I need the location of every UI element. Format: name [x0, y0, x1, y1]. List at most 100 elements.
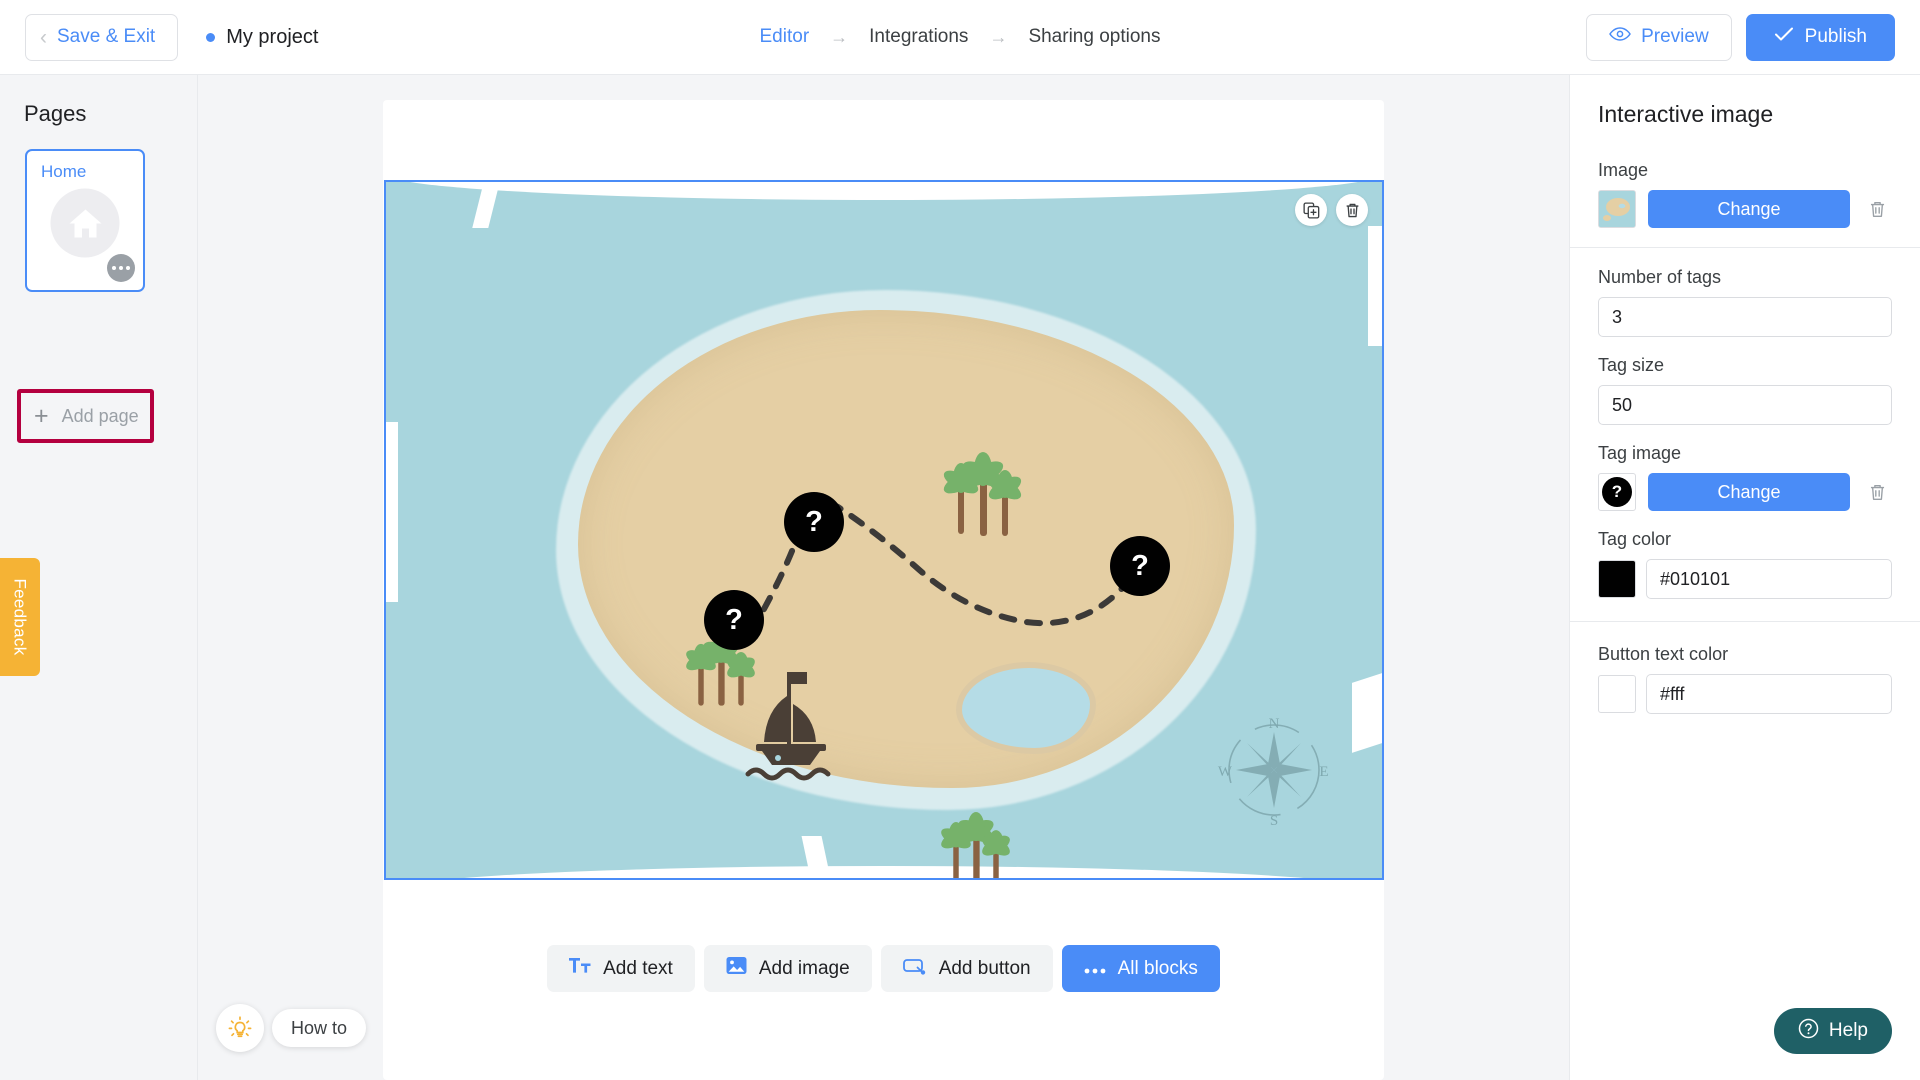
ellipsis-dot: [112, 266, 116, 270]
header-actions: Preview Publish: [1586, 13, 1895, 61]
project-name-label: My project: [226, 25, 319, 48]
tag-size-label: Tag size: [1598, 355, 1665, 375]
ellipsis-dot: [119, 266, 123, 270]
button-text-color-field: Button text color: [1570, 644, 1920, 714]
page-card-label: Home: [41, 162, 87, 181]
image-thumbnail[interactable]: [1598, 190, 1636, 228]
add-button-button[interactable]: Add button: [880, 945, 1053, 992]
preview-label: Preview: [1641, 26, 1709, 47]
breadcrumb-item-sharing-options[interactable]: Sharing options: [1028, 26, 1160, 48]
publish-label: Publish: [1804, 26, 1867, 47]
check-icon: [1774, 26, 1794, 48]
image-tag-1[interactable]: ?: [784, 492, 844, 552]
tag-size-field: Tag size: [1570, 355, 1920, 425]
breadcrumb: Editor → Integrations → Sharing options: [760, 26, 1161, 48]
arrow-right-icon: →: [989, 26, 1008, 47]
compass-label-north: N: [1269, 716, 1280, 732]
image-tag-3[interactable]: ?: [704, 590, 764, 650]
save-and-exit-button[interactable]: ‹ Save & Exit: [25, 13, 179, 61]
button-icon: [902, 957, 927, 981]
button-text-color-input[interactable]: [1646, 674, 1892, 714]
properties-panel-title: Interactive image: [1598, 101, 1774, 127]
change-tag-image-button[interactable]: Change: [1648, 473, 1850, 511]
add-page-highlight: + Add page: [17, 389, 154, 443]
editor-canvas-area: N S W E ? ? ? Add text Add image Add but…: [198, 75, 1569, 1080]
compass-rose-icon: N S W E: [1218, 716, 1329, 829]
change-image-button[interactable]: Change: [1648, 190, 1850, 228]
add-text-label: Add text: [603, 957, 673, 979]
delete-block-button[interactable]: [1336, 194, 1368, 226]
compass-label-south: S: [1270, 813, 1278, 829]
page-sheet: N S W E ? ? ? Add text Add image Add but…: [383, 100, 1384, 1080]
help-label: Help: [1828, 1020, 1868, 1041]
number-of-tags-input[interactable]: [1598, 297, 1892, 337]
properties-panel: Interactive image Image Change Number of…: [1569, 75, 1920, 1080]
question-circle-icon: [1798, 1018, 1819, 1045]
preview-button[interactable]: Preview: [1586, 13, 1732, 61]
number-of-tags-label: Number of tags: [1598, 267, 1722, 287]
breadcrumb-item-editor[interactable]: Editor: [760, 26, 810, 48]
delete-image-button[interactable]: [1862, 200, 1892, 219]
page-options-button[interactable]: [107, 254, 135, 282]
image-tag-2[interactable]: ?: [1110, 536, 1170, 596]
ellipsis-icon: [1084, 958, 1106, 980]
tag-image-field: Tag image ? Change: [1570, 443, 1920, 511]
feedback-tab[interactable]: Feedback: [0, 558, 40, 676]
add-button-label: Add button: [938, 957, 1031, 979]
add-text-button[interactable]: Add text: [547, 945, 695, 992]
block-actions: [1295, 194, 1368, 226]
eye-icon: [1609, 26, 1631, 48]
number-of-tags-field: Number of tags: [1570, 267, 1920, 337]
duplicate-block-button[interactable]: [1295, 194, 1327, 226]
chevron-left-icon: ‹: [40, 25, 47, 49]
button-text-color-swatch[interactable]: [1598, 675, 1636, 713]
image-field: Image Change: [1570, 160, 1920, 228]
sidebar-page-home[interactable]: Home: [25, 149, 145, 292]
pages-title: Pages: [24, 101, 87, 126]
treasure-map-thumbnail-icon: [1599, 191, 1635, 227]
compass-label-west: W: [1218, 764, 1233, 780]
add-image-button[interactable]: Add image: [703, 945, 872, 992]
tag-image-label: Tag image: [1598, 443, 1682, 463]
interactive-image-block[interactable]: N S W E ? ? ?: [384, 180, 1384, 880]
block-toolbar: Add text Add image Add button All blocks: [383, 945, 1384, 992]
tag-image-thumbnail[interactable]: ?: [1598, 473, 1636, 511]
tag-color-label: Tag color: [1598, 529, 1672, 549]
how-to-button[interactable]: How to: [272, 1009, 367, 1047]
all-blocks-button[interactable]: All blocks: [1061, 945, 1220, 992]
map-paper-edge: [386, 866, 1382, 878]
how-to-widget: How to: [216, 1004, 367, 1052]
help-button[interactable]: Help: [1773, 1008, 1892, 1054]
breadcrumb-item-integrations[interactable]: Integrations: [869, 26, 968, 48]
pages-sidebar: Pages Home + Add page Feedback: [0, 75, 198, 1080]
map-paper-notch: [1352, 673, 1382, 753]
pirate-ship-icon: [745, 672, 831, 781]
treasure-map-image: N S W E ? ? ?: [386, 182, 1382, 878]
plus-icon: +: [34, 401, 49, 430]
home-icon: [50, 188, 120, 258]
panel-divider: [1570, 247, 1920, 248]
add-page-button[interactable]: + Add page: [21, 393, 150, 439]
ellipsis-dot: [126, 266, 130, 270]
tag-color-field: Tag color: [1570, 529, 1920, 599]
image-field-label: Image: [1598, 160, 1649, 180]
palm-tree-icon: [941, 812, 1010, 878]
publish-button[interactable]: Publish: [1745, 13, 1895, 61]
lightbulb-icon[interactable]: [216, 1004, 264, 1052]
save-and-exit-label: Save & Exit: [57, 26, 156, 47]
all-blocks-label: All blocks: [1117, 957, 1198, 979]
project-title[interactable]: My project: [206, 26, 318, 49]
question-mark-tag-icon: ?: [1602, 477, 1632, 507]
feedback-label: Feedback: [11, 578, 30, 656]
app-header: ‹ Save & Exit My project Editor → Integr…: [0, 0, 1920, 75]
map-paper-notch: [386, 422, 398, 602]
tag-color-input[interactable]: [1646, 559, 1892, 599]
tag-color-swatch[interactable]: [1598, 560, 1636, 598]
how-to-label: How to: [291, 1017, 348, 1038]
tag-size-input[interactable]: [1598, 385, 1892, 425]
compass-label-east: E: [1319, 764, 1328, 780]
palm-tree-icon: [943, 452, 1022, 536]
image-icon: [726, 955, 747, 982]
delete-tag-image-button[interactable]: [1862, 483, 1892, 502]
panel-divider: [1570, 621, 1920, 622]
